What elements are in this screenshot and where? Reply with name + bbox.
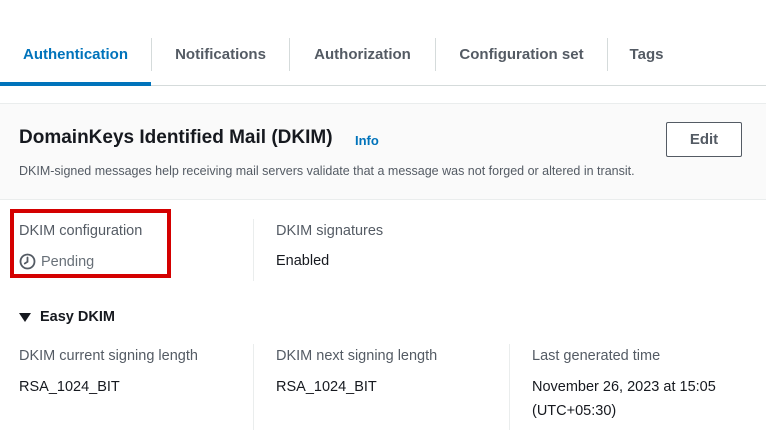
tab-tags[interactable]: Tags <box>608 37 685 71</box>
next-signing-length-value: RSA_1024_BIT <box>276 379 377 395</box>
panel-title: DomainKeys Identified Mail (DKIM) <box>19 127 333 148</box>
last-generated-timezone: (UTC+05:30) <box>532 403 617 419</box>
edit-button[interactable]: Edit <box>666 122 742 157</box>
active-tab-indicator <box>0 82 151 86</box>
dkim-signatures-label: DKIM signatures <box>276 223 384 239</box>
column-divider <box>253 344 254 430</box>
current-signing-length-label: DKIM current signing length <box>19 348 198 364</box>
tab-configuration-set[interactable]: Configuration set <box>436 37 607 71</box>
column-divider <box>253 219 254 281</box>
caret-down-icon <box>19 312 31 322</box>
easy-dkim-label: Easy DKIM <box>40 309 115 325</box>
last-generated-label: Last generated time <box>532 348 661 364</box>
easy-dkim-toggle[interactable]: Easy DKIM <box>19 309 115 325</box>
info-link[interactable]: Info <box>355 133 379 148</box>
tab-authentication[interactable]: Authentication <box>0 37 151 71</box>
column-divider <box>509 344 510 430</box>
current-signing-length-value: RSA_1024_BIT <box>19 379 120 395</box>
dkim-signatures-value: Enabled <box>276 253 330 269</box>
highlight-box <box>10 209 171 278</box>
panel-description: DKIM-signed messages help receiving mail… <box>19 164 635 178</box>
dkim-panel: DomainKeys Identified Mail (DKIM) Info E… <box>0 103 766 433</box>
tab-bar: Authentication Notifications Authorizati… <box>0 0 766 86</box>
tab-notifications[interactable]: Notifications <box>152 37 289 71</box>
tab-authorization[interactable]: Authorization <box>290 37 435 71</box>
next-signing-length-label: DKIM next signing length <box>276 348 438 364</box>
last-generated-value: November 26, 2023 at 15:05 <box>532 379 716 395</box>
panel-header: DomainKeys Identified Mail (DKIM) Info E… <box>0 104 766 200</box>
